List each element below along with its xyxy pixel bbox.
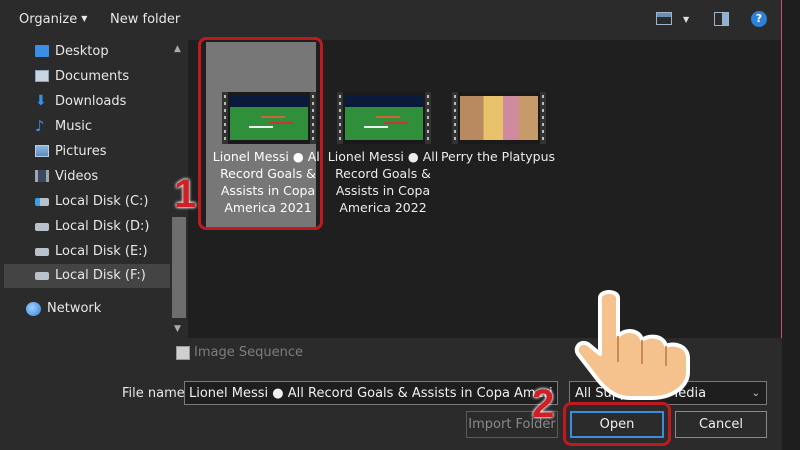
organize-button[interactable]: Organize ▼ — [19, 12, 87, 27]
nav-item-label: Desktop — [55, 44, 109, 59]
chevron-down-icon: ⌄ — [751, 388, 760, 399]
desktop-icon — [35, 45, 49, 57]
preview-pane-icon[interactable] — [714, 12, 729, 26]
window-border — [781, 0, 782, 338]
scroll-up-icon[interactable]: ▲ — [174, 44, 181, 54]
nav-item-downloads[interactable]: ⬇ Downloads — [4, 90, 170, 114]
nav-item-label: Documents — [55, 69, 130, 84]
window-edge — [782, 0, 800, 450]
file-item[interactable]: Perry the Platypus — [436, 42, 555, 230]
nav-item-label: Local Disk (F:) — [55, 268, 146, 283]
nav-item-label: Network — [47, 301, 102, 316]
annotation-highlight-file — [198, 37, 323, 230]
image-sequence-checkbox[interactable] — [176, 346, 190, 360]
view-options-chevron-icon[interactable]: ▼ — [683, 15, 689, 24]
annotation-highlight-open — [563, 402, 671, 446]
nav-item-local-disk-c[interactable]: Local Disk (C:) — [4, 190, 170, 214]
pictures-icon — [35, 145, 49, 157]
organize-label: Organize — [19, 12, 78, 27]
nav-item-network[interactable]: Network — [4, 297, 170, 321]
file-name-label: File name: — [122, 386, 190, 401]
nav-item-desktop[interactable]: Desktop — [4, 40, 170, 64]
cancel-button[interactable]: Cancel — [675, 411, 767, 438]
nav-item-label: Videos — [55, 169, 99, 184]
nav-item-label: Local Disk (D:) — [55, 219, 150, 234]
help-icon[interactable]: ? — [751, 11, 767, 27]
toolbar: Organize ▼ New folder ▼ ? — [0, 0, 782, 40]
image-sequence-label: Image Sequence — [194, 345, 303, 360]
nav-item-pictures[interactable]: Pictures — [4, 140, 170, 164]
documents-icon — [35, 70, 49, 82]
file-name-label: Lionel Messi ● All Record Goals & Assist… — [327, 149, 439, 215]
network-icon — [26, 302, 41, 316]
video-thumbnail — [452, 92, 546, 144]
nav-item-label: Pictures — [55, 144, 107, 159]
change-view-icon[interactable] — [656, 12, 672, 25]
disk-icon — [35, 198, 49, 206]
step-number-2: 2 — [532, 382, 555, 426]
nav-item-videos[interactable]: Videos — [4, 165, 170, 189]
video-thumbnail — [337, 92, 431, 144]
nav-item-local-disk-f[interactable]: Local Disk (F:) — [4, 264, 170, 288]
downloads-icon: ⬇ — [35, 93, 47, 109]
nav-item-local-disk-e[interactable]: Local Disk (E:) — [4, 240, 170, 264]
disk-icon — [35, 248, 49, 256]
disk-icon — [35, 223, 49, 231]
navigation-pane: Desktop Documents ⬇ Downloads ♪ Music Pi… — [4, 40, 170, 338]
nav-item-label: Local Disk (C:) — [55, 194, 149, 209]
nav-item-label: Local Disk (E:) — [55, 244, 148, 259]
music-icon: ♪ — [35, 117, 45, 135]
scrollbar-thumb[interactable] — [172, 217, 186, 318]
nav-item-documents[interactable]: Documents — [4, 65, 170, 89]
nav-item-label: Music — [55, 119, 92, 134]
pointing-hand-icon — [574, 290, 690, 400]
file-name-label: Perry the Platypus — [440, 149, 556, 164]
step-number-1: 1 — [174, 172, 197, 216]
nav-item-music[interactable]: ♪ Music — [4, 115, 170, 139]
file-item[interactable]: Lionel Messi ● All Record Goals & Assist… — [321, 42, 438, 230]
scroll-down-icon[interactable]: ▼ — [174, 324, 181, 334]
new-folder-button[interactable]: New folder — [110, 12, 180, 27]
nav-item-label: Downloads — [55, 94, 127, 109]
disk-icon — [35, 272, 49, 280]
videos-icon — [35, 170, 49, 182]
nav-item-local-disk-d[interactable]: Local Disk (D:) — [4, 215, 170, 239]
chevron-down-icon: ▼ — [81, 14, 88, 23]
file-name-input[interactable] — [184, 381, 558, 405]
